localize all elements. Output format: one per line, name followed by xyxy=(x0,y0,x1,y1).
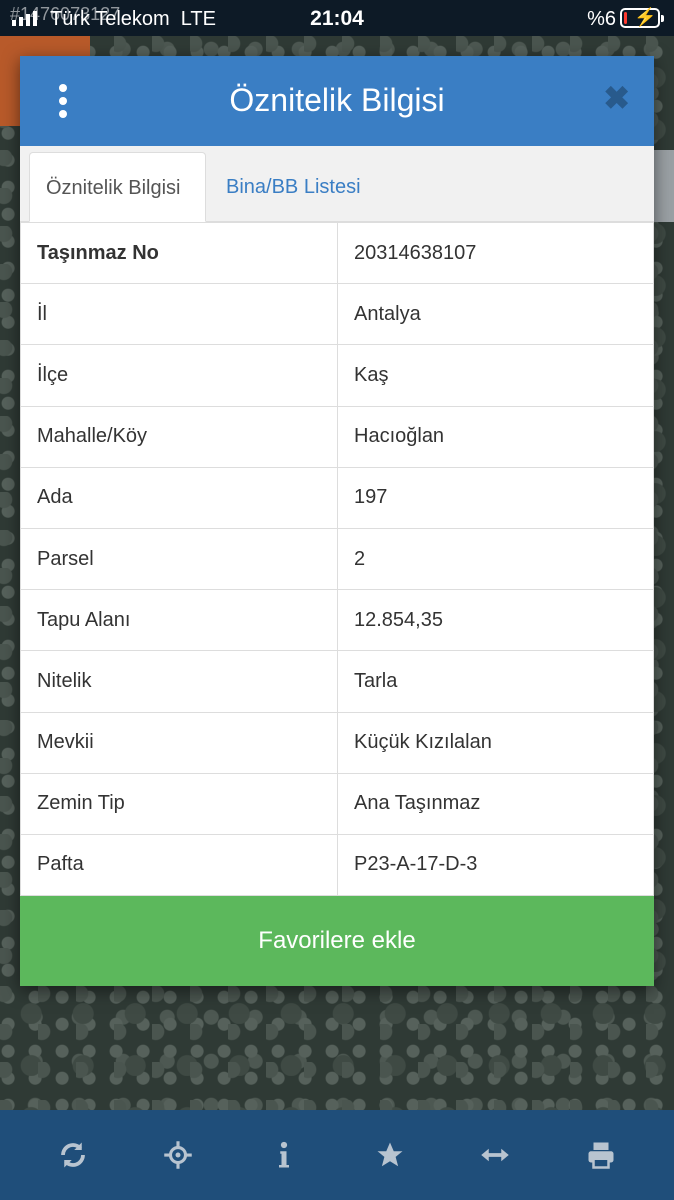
row-key: Zemin Tip xyxy=(20,772,338,835)
refresh-icon[interactable] xyxy=(43,1125,103,1185)
measure-icon[interactable] xyxy=(465,1125,525,1185)
row-key: İlçe xyxy=(20,344,338,407)
locate-icon[interactable] xyxy=(148,1125,208,1185)
table-row: Zemin Tip Ana Taşınmaz xyxy=(20,772,654,835)
row-key: Tapu Alanı xyxy=(20,589,338,652)
clock: 21:04 xyxy=(310,7,364,30)
row-value: Antalya xyxy=(337,283,654,346)
close-icon[interactable]: ✖ xyxy=(603,82,630,114)
row-key: Mahalle/Köy xyxy=(20,405,338,468)
modal-header: Öznitelik Bilgisi ✖ xyxy=(20,56,654,146)
info-icon[interactable] xyxy=(254,1125,314,1185)
add-favorite-button[interactable]: Favorilere ekle xyxy=(20,896,654,986)
row-value: P23-A-17-D-3 xyxy=(337,833,654,897)
row-value: 2 xyxy=(337,527,654,591)
row-value: 20314638107 xyxy=(337,221,654,285)
map-side-handle[interactable] xyxy=(654,150,674,222)
star-icon[interactable] xyxy=(360,1125,420,1185)
battery-icon: ⚡ xyxy=(620,7,664,28)
row-value: Kaş xyxy=(337,344,654,407)
row-value: Küçük Kızılalan xyxy=(337,711,654,774)
table-row: İlçe Kaş xyxy=(20,344,654,407)
status-bar: #1476073127 Türk Telekom LTE 21:04 %6 ⚡ xyxy=(0,0,674,36)
print-icon[interactable] xyxy=(571,1125,631,1185)
tab-attribute-info[interactable]: Öznitelik Bilgisi xyxy=(29,152,206,222)
tab-bar: Öznitelik Bilgisi Bina/BB Listesi xyxy=(20,146,654,222)
table-row: Nitelik Tarla xyxy=(20,650,654,713)
row-value: Tarla xyxy=(337,650,654,713)
modal-title: Öznitelik Bilgisi xyxy=(229,82,445,118)
row-key: Ada xyxy=(20,466,338,529)
table-row: Pafta P23-A-17-D-3 xyxy=(20,833,654,897)
row-value: Hacıoğlan xyxy=(337,405,654,468)
table-row: İl Antalya xyxy=(20,283,654,346)
table-row: Mevkii Küçük Kızılalan xyxy=(20,711,654,774)
row-value: 12.854,35 xyxy=(337,589,654,652)
battery-percent: %6 xyxy=(587,8,616,30)
table-row: Taşınmaz No 20314638107 xyxy=(20,221,654,285)
row-key: İl xyxy=(20,283,338,346)
row-key: Taşınmaz No xyxy=(20,221,338,285)
row-key: Nitelik xyxy=(20,650,338,713)
table-row: Ada 197 xyxy=(20,466,654,529)
tab-building-list[interactable]: Bina/BB Listesi xyxy=(210,152,377,222)
row-value: 197 xyxy=(337,466,654,529)
bottom-toolbar xyxy=(0,1110,674,1200)
table-row: Mahalle/Köy Hacıoğlan xyxy=(20,405,654,468)
attribute-table: Taşınmaz No 20314638107 İl Antalya İlçe Kaş… xyxy=(20,221,654,897)
table-row: Tapu Alanı 12.854,35 xyxy=(20,589,654,652)
row-value: Ana Taşınmaz xyxy=(337,772,654,835)
attribute-modal: Öznitelik Bilgisi ✖ Öznitelik Bilgisi Bi… xyxy=(20,56,654,986)
row-key: Pafta xyxy=(20,833,338,897)
row-key: Mevkii xyxy=(20,711,338,774)
table-row: Parsel 2 xyxy=(20,527,654,591)
row-key: Parsel xyxy=(20,527,338,591)
